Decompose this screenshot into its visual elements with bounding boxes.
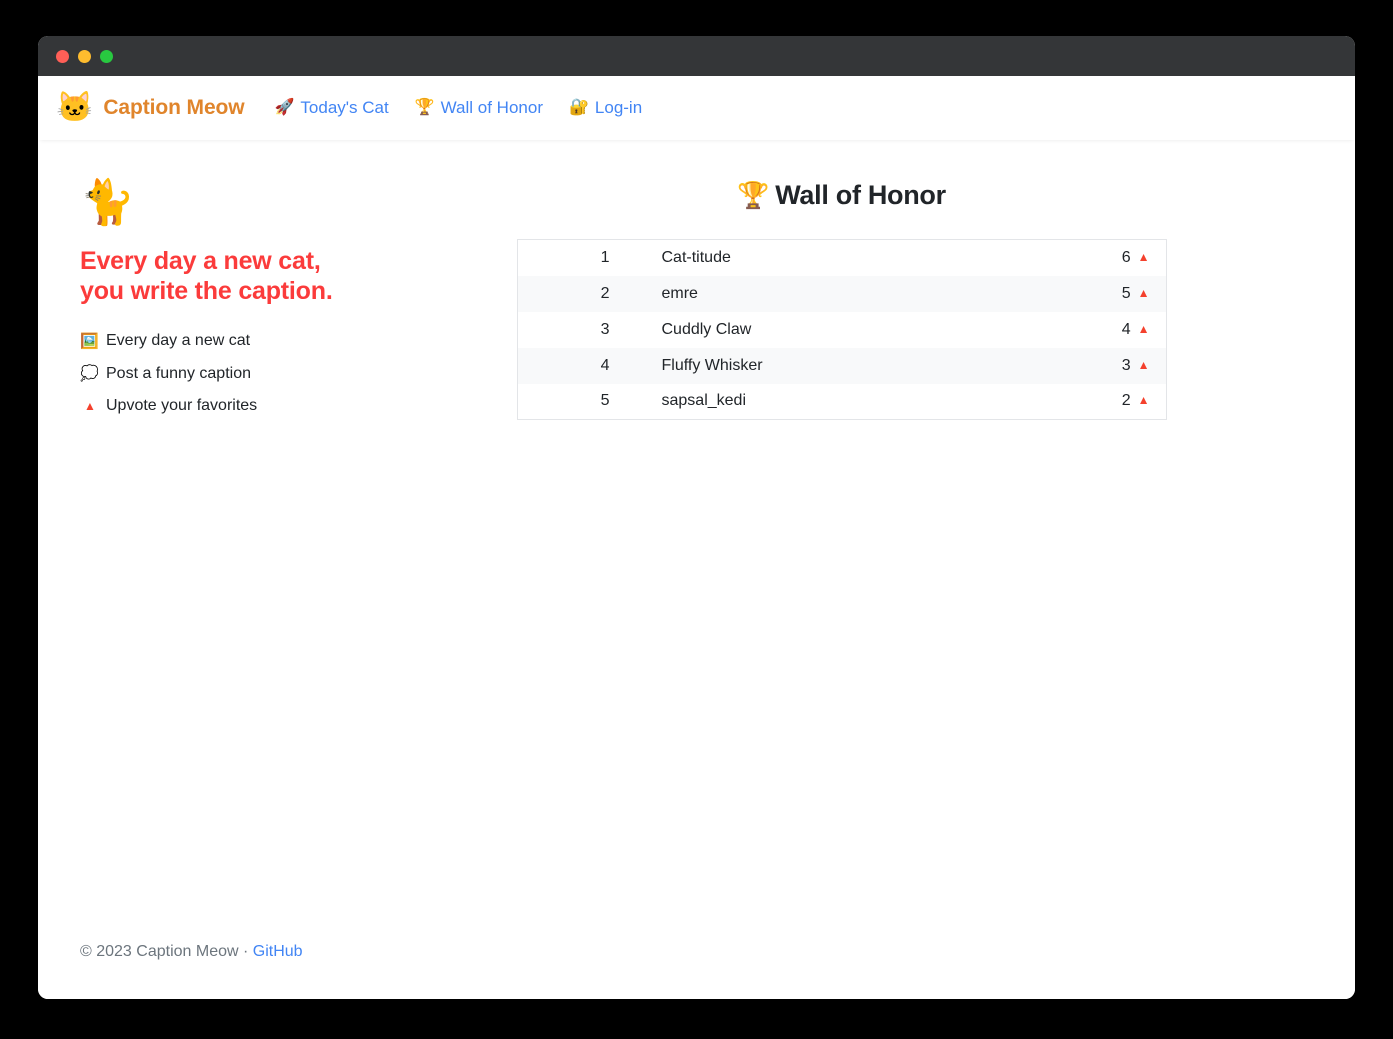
leaderboard-table: 1 Cat-titude 6 ▲ 2 emre 5 ▲ 3 Cuddly Claw xyxy=(516,239,1167,420)
minimize-window-button[interactable] xyxy=(78,49,91,63)
feature-caption-label: Post a funny caption xyxy=(106,364,251,382)
window-titlebar xyxy=(38,36,1355,76)
upvote-icon[interactable]: ▲ xyxy=(1138,393,1150,407)
trophy-icon: 🏆 xyxy=(414,99,435,116)
page-headline: Every day a new cat, you write the capti… xyxy=(80,246,373,306)
nav-item-log-in-label: Log-in xyxy=(594,98,643,117)
close-window-button[interactable] xyxy=(56,49,69,63)
maximize-window-button[interactable] xyxy=(100,49,113,63)
upvote-icon[interactable]: ▲ xyxy=(1138,358,1150,372)
row-rank: 4 xyxy=(600,356,610,374)
browser-window: 🐱 Caption Meow 🚀 Today's Cat 🏆 Wall of H… xyxy=(38,36,1355,999)
table-row[interactable]: 1 Cat-titude 6 ▲ xyxy=(517,240,1166,276)
row-name: Cat-titude xyxy=(661,248,731,266)
walking-cat-icon: 🐈 xyxy=(80,178,135,227)
brand-label: Caption Meow xyxy=(103,96,245,119)
headline-line-1: Every day a new cat, xyxy=(80,247,321,276)
table-row[interactable]: 5 sapsal_kedi 2 ▲ xyxy=(517,384,1166,420)
nav-item-wall-of-honor-label: Wall of Honor xyxy=(440,98,543,117)
page-title-label: Wall of Honor xyxy=(775,180,946,210)
nav-item-wall-of-honor[interactable]: 🏆 Wall of Honor xyxy=(415,98,543,118)
row-vote-count: 3 xyxy=(1121,356,1131,374)
nav-item-todays-cat[interactable]: 🚀 Today's Cat xyxy=(274,98,388,118)
row-score: 6 ▲ xyxy=(1040,240,1167,276)
row-name: sapsal_kedi xyxy=(661,392,747,410)
navbar: 🐱 Caption Meow 🚀 Today's Cat 🏆 Wall of H… xyxy=(38,76,1355,140)
brand-link[interactable]: 🐱 Caption Meow xyxy=(56,91,245,124)
table-row[interactable]: 4 Fluffy Whisker 3 ▲ xyxy=(517,347,1167,384)
feature-list: 🖼️ Every day a new cat 💭 Post a funny ca… xyxy=(80,330,373,417)
nav-item-log-in[interactable]: 🔐 Log-in xyxy=(569,98,642,118)
headline-line-2: you write the caption. xyxy=(80,277,333,306)
footer-github-link[interactable]: GitHub xyxy=(253,943,303,960)
main-layout: 🐈 Every day a new cat, you write the cap… xyxy=(38,140,1355,427)
lock-icon: 🔐 xyxy=(568,99,589,116)
navbar-links: 🚀 Today's Cat 🏆 Wall of Honor 🔐 Log-in xyxy=(274,98,642,118)
row-score: 3 ▲ xyxy=(1040,348,1167,384)
thought-balloon-icon: 💭 xyxy=(80,365,99,383)
cat-face-icon: 🐱 xyxy=(56,91,94,124)
table-row[interactable]: 2 emre 5 ▲ xyxy=(517,275,1167,312)
row-name: emre xyxy=(661,284,698,302)
row-vote-count: 6 xyxy=(1121,248,1131,266)
row-vote-count: 4 xyxy=(1121,320,1131,338)
row-name: Fluffy Whisker xyxy=(661,356,763,374)
feature-new-cat-label: Every day a new cat xyxy=(106,332,251,350)
row-rank: 3 xyxy=(600,320,610,338)
rocket-icon: 🚀 xyxy=(274,99,295,116)
footer: © 2023 Caption Meow · GitHub xyxy=(80,943,303,961)
feature-upvote: ▲ Upvote your favorites xyxy=(80,395,373,417)
footer-copyright: © 2023 Caption Meow · xyxy=(80,943,253,960)
row-score: 5 ▲ xyxy=(1040,276,1167,312)
feature-upvote-label: Upvote your favorites xyxy=(106,396,258,414)
page-content: 🐱 Caption Meow 🚀 Today's Cat 🏆 Wall of H… xyxy=(38,76,1355,999)
page-title: 🏆 Wall of Honor xyxy=(373,180,1310,211)
up-triangle-icon: ▲ xyxy=(84,399,96,414)
row-score: 2 ▲ xyxy=(1040,384,1167,420)
row-rank: 5 xyxy=(600,392,610,410)
upvote-icon[interactable]: ▲ xyxy=(1138,250,1150,264)
upvote-icon[interactable]: ▲ xyxy=(1138,322,1150,336)
nav-item-todays-cat-label: Today's Cat xyxy=(300,98,389,117)
table-row[interactable]: 3 Cuddly Claw 4 ▲ xyxy=(517,312,1166,348)
row-score: 4 ▲ xyxy=(1040,312,1167,348)
sidebar: 🐈 Every day a new cat, you write the cap… xyxy=(38,178,373,427)
feature-caption: 💭 Post a funny caption xyxy=(80,363,373,385)
upvote-icon[interactable]: ▲ xyxy=(1138,286,1150,300)
row-name: Cuddly Claw xyxy=(661,320,752,338)
row-rank: 2 xyxy=(600,284,610,302)
framed-picture-icon: 🖼️ xyxy=(80,332,99,350)
row-vote-count: 5 xyxy=(1121,284,1131,302)
row-rank: 1 xyxy=(600,248,610,266)
feature-new-cat: 🖼️ Every day a new cat xyxy=(80,330,373,352)
main-column: 🏆 Wall of Honor 1 Cat-titude 6 ▲ 2 emre 5 ▲ xyxy=(373,180,1355,427)
trophy-icon: 🏆 xyxy=(737,180,770,210)
row-vote-count: 2 xyxy=(1121,392,1131,410)
